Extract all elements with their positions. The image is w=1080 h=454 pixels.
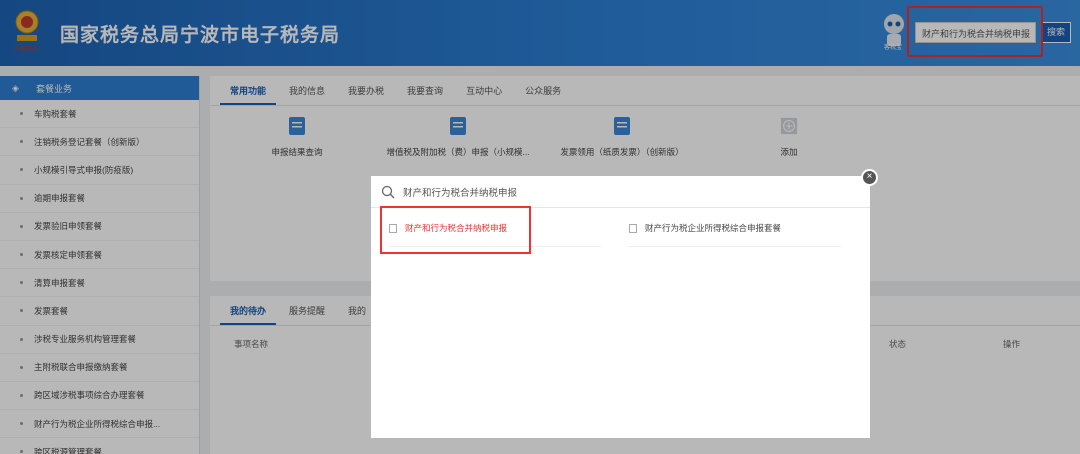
search-icon — [381, 185, 395, 198]
modal-search-query: 财产和行为税合并纳税申报 — [403, 187, 518, 199]
document-icon — [629, 223, 637, 233]
close-icon[interactable]: × — [861, 169, 878, 186]
search-result-item[interactable]: 财产行为税企业所得税综合申报套餐 — [629, 222, 841, 247]
highlight-annotation — [380, 206, 531, 254]
search-result-label: 财产行为税企业所得税综合申报套餐 — [645, 223, 782, 233]
modal-search-bar[interactable]: 财产和行为税合并纳税申报 — [371, 176, 870, 208]
